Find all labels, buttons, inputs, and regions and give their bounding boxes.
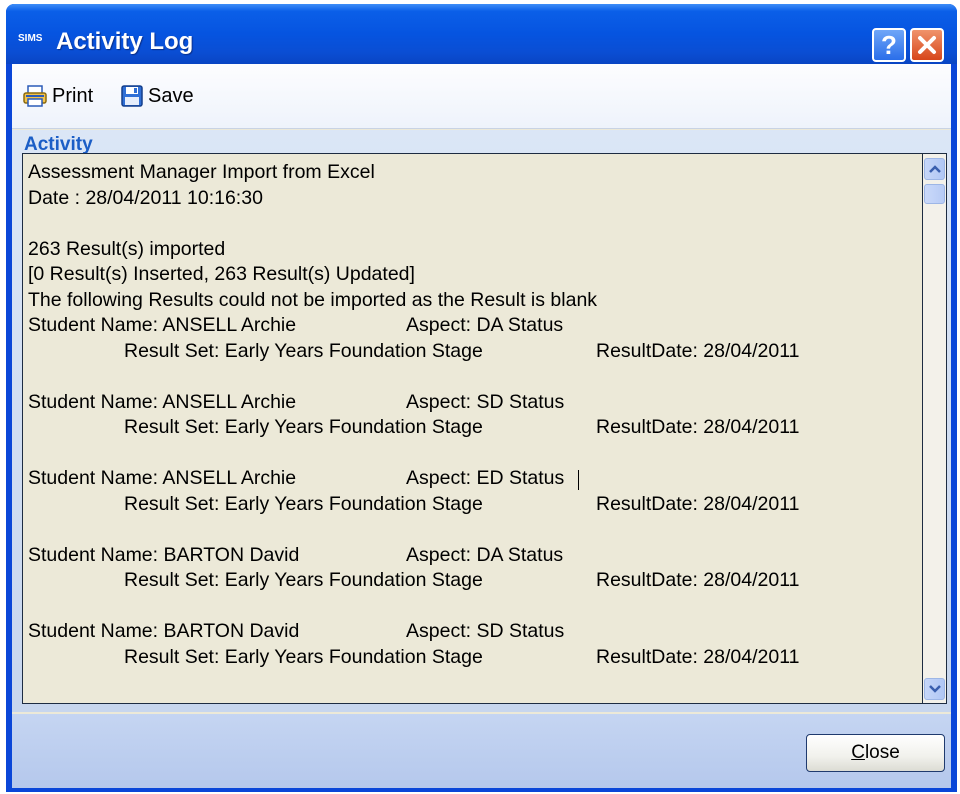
log-blank-line bbox=[28, 441, 908, 467]
save-label: Save bbox=[148, 84, 194, 107]
record-student: Student Name: ANSELL Archie bbox=[28, 390, 297, 413]
log-line: [0 Result(s) Inserted, 263 Result(s) Upd… bbox=[28, 263, 415, 285]
sims-logo: SIMS bbox=[18, 33, 43, 44]
vertical-scrollbar[interactable] bbox=[923, 153, 947, 704]
record-result-date: ResultDate: 28/04/2011 bbox=[596, 339, 800, 362]
log-line: Assessment Manager Import from Excel bbox=[28, 161, 375, 183]
dialog-footer: Close bbox=[12, 714, 951, 788]
log-line: Date : 28/04/2011 10:16:30 bbox=[28, 186, 263, 209]
record-student-line: Student Name: BARTON David Aspect: SD St… bbox=[28, 619, 908, 645]
dialog-client-area: Print Save Activity Assessment Manager I… bbox=[12, 64, 951, 788]
record-aspect: Aspect: SD Status bbox=[406, 390, 565, 413]
print-button[interactable]: Print bbox=[22, 82, 93, 110]
scrollbar-thumb[interactable] bbox=[924, 184, 945, 204]
activity-log-window: SIMS Activity Log ? Print Save Activity … bbox=[6, 4, 957, 792]
record-student-line: Student Name: ANSELL Archie Aspect: ED S… bbox=[28, 466, 908, 492]
floppy-disk-icon bbox=[121, 85, 143, 107]
text-caret bbox=[578, 470, 579, 490]
record-aspect: Aspect: SD Status bbox=[406, 620, 565, 642]
record-result-line: Result Set: Early Years Foundation Stage… bbox=[28, 415, 908, 441]
log-line: 263 Result(s) imported bbox=[28, 237, 226, 260]
record-student: Student Name: ANSELL Archie bbox=[28, 314, 297, 336]
help-button[interactable]: ? bbox=[872, 28, 906, 62]
chevron-down-icon bbox=[928, 685, 941, 693]
activity-group: Activity Assessment Manager Import from … bbox=[12, 130, 951, 712]
title-bar[interactable]: SIMS Activity Log ? bbox=[6, 4, 957, 64]
record-result-line: Result Set: Early Years Foundation Stage… bbox=[28, 645, 908, 671]
record-student-line: Student Name: ANSELL Archie Aspect: SD S… bbox=[28, 390, 908, 416]
log-blank-line bbox=[28, 364, 908, 390]
window-close-button[interactable] bbox=[910, 28, 944, 62]
close-label: lose bbox=[864, 742, 900, 763]
record-result-set: Result Set: Early Years Foundation Stage bbox=[124, 492, 483, 515]
log-blank-line bbox=[28, 211, 908, 237]
record-result-set: Result Set: Early Years Foundation Stage bbox=[124, 339, 483, 362]
print-label: Print bbox=[52, 84, 94, 107]
record-student-line: Student Name: BARTON David Aspect: DA St… bbox=[28, 543, 908, 569]
printer-icon bbox=[23, 85, 47, 107]
save-button[interactable]: Save bbox=[120, 82, 194, 110]
record-student: Student Name: BARTON David bbox=[28, 543, 300, 566]
record-result-line: Result Set: Early Years Foundation Stage… bbox=[28, 339, 908, 365]
close-mnemonic: C bbox=[851, 742, 865, 763]
record-aspect: Aspect: ED Status bbox=[406, 467, 565, 489]
chevron-up-icon bbox=[928, 165, 941, 173]
record-aspect: Aspect: DA Status bbox=[406, 543, 564, 566]
window-title: Activity Log bbox=[56, 28, 194, 55]
record-result-line: Result Set: Early Years Foundation Stage… bbox=[28, 492, 908, 518]
close-icon bbox=[918, 36, 936, 54]
close-button[interactable]: Close bbox=[806, 734, 945, 772]
log-blank-line bbox=[28, 517, 908, 543]
scroll-down-button[interactable] bbox=[924, 678, 945, 700]
record-result-date: ResultDate: 28/04/2011 bbox=[596, 645, 800, 668]
activity-log-content: Assessment Manager Import from Excel Dat… bbox=[28, 160, 908, 670]
toolbar: Print Save bbox=[12, 64, 951, 129]
activity-log-textarea[interactable]: Assessment Manager Import from Excel Dat… bbox=[22, 153, 923, 704]
record-result-set: Result Set: Early Years Foundation Stage bbox=[124, 645, 483, 668]
record-result-set: Result Set: Early Years Foundation Stage bbox=[124, 569, 483, 591]
record-result-line: Result Set: Early Years Foundation Stage… bbox=[28, 568, 908, 594]
log-line: The following Results could not be impor… bbox=[28, 288, 598, 311]
record-result-set: Result Set: Early Years Foundation Stage bbox=[124, 416, 483, 438]
record-student: Student Name: ANSELL Archie bbox=[28, 467, 297, 489]
help-icon: ? bbox=[881, 29, 897, 60]
record-aspect: Aspect: DA Status bbox=[406, 314, 564, 336]
record-student: Student Name: BARTON David bbox=[28, 620, 300, 642]
record-result-date: ResultDate: 28/04/2011 bbox=[596, 492, 800, 515]
log-blank-line bbox=[28, 594, 908, 620]
scroll-up-button[interactable] bbox=[924, 158, 945, 180]
record-result-date: ResultDate: 28/04/2011 bbox=[596, 569, 800, 591]
record-result-date: ResultDate: 28/04/2011 bbox=[596, 416, 800, 438]
record-student-line: Student Name: ANSELL Archie Aspect: DA S… bbox=[28, 313, 908, 339]
